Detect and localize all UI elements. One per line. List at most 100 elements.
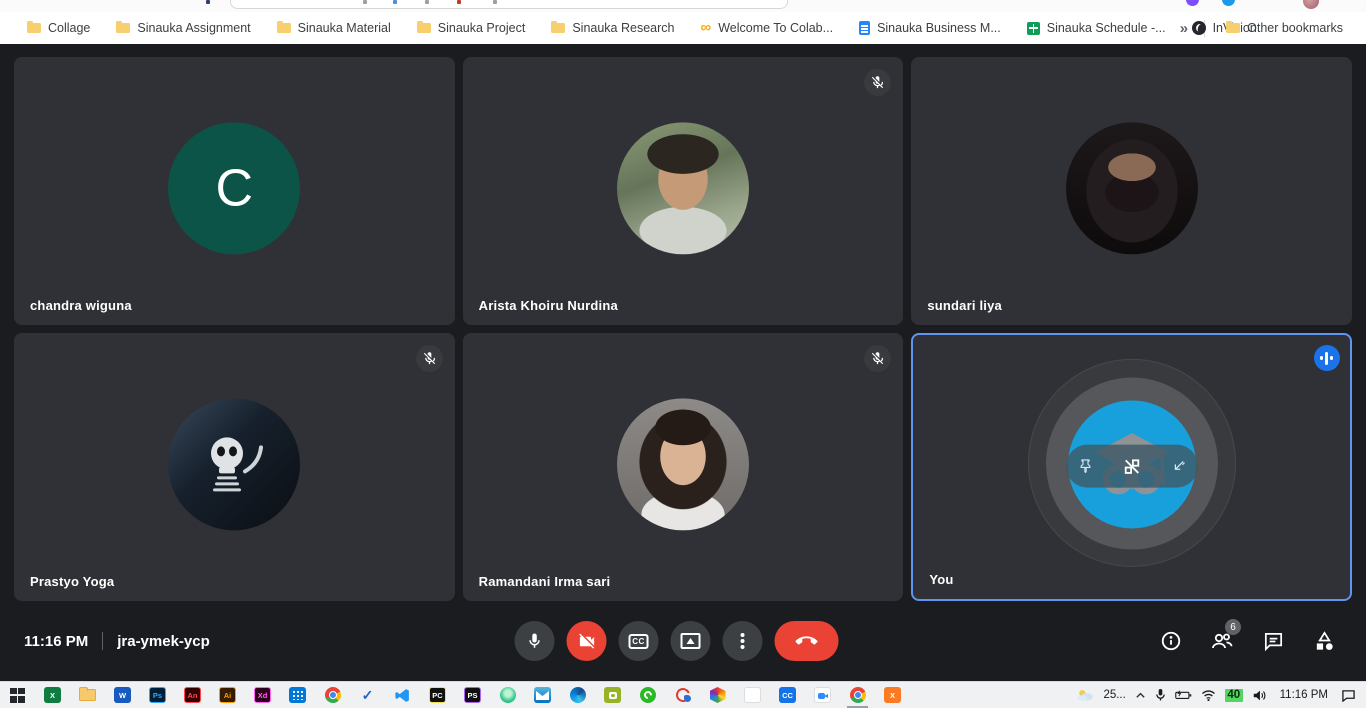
file-explorer-icon xyxy=(79,689,96,701)
bookmark-sinauka-project[interactable]: Sinauka Project xyxy=(404,16,539,40)
tray-volume[interactable] xyxy=(1252,689,1267,702)
participant-name: You xyxy=(929,572,953,587)
creative-cloud-icon: CC xyxy=(779,687,796,703)
bookmark-welcome-to-colab[interactable]: ∞ Welcome To Colab... xyxy=(687,16,846,40)
participant-name: Ramandani Irma sari xyxy=(479,574,611,589)
participant-tile-prastyo[interactable]: Prastyo Yoga xyxy=(14,333,455,601)
phpstorm-icon: PS xyxy=(464,687,481,703)
taskbar-creative-cloud[interactable]: CC xyxy=(770,682,805,708)
taskbar-excel[interactable]: X xyxy=(35,682,70,708)
taskbar-chrome-active[interactable] xyxy=(840,682,875,708)
taskbar-vscode[interactable] xyxy=(385,682,420,708)
bookmark-sinauka-material[interactable]: Sinauka Material xyxy=(264,16,404,40)
profile-avatar[interactable] xyxy=(1303,0,1319,9)
folder-icon xyxy=(116,23,130,33)
pin-icon[interactable] xyxy=(1078,459,1093,474)
taskbar-word[interactable]: W xyxy=(105,682,140,708)
participant-tile-ramandani[interactable]: Ramandani Irma sari xyxy=(463,333,904,601)
other-bookmarks-button[interactable]: Other bookmarks xyxy=(1213,16,1356,40)
weather-widget[interactable] xyxy=(1076,688,1094,702)
taskbar-whatsapp[interactable] xyxy=(630,682,665,708)
chat-button[interactable] xyxy=(1262,630,1285,653)
address-bar-fragment[interactable] xyxy=(230,0,788,9)
extension-icon[interactable] xyxy=(1222,0,1235,6)
taskbar-camera-app[interactable] xyxy=(595,682,630,708)
tab-strip-fragment xyxy=(457,0,461,4)
participant-tile-chandra-wiguna[interactable]: C chandra wiguna xyxy=(14,57,455,325)
bookmark-sinauka-research[interactable]: Sinauka Research xyxy=(538,16,687,40)
tray-overflow-chevron[interactable] xyxy=(1135,691,1146,699)
info-icon xyxy=(1160,630,1182,652)
taskbar-animate[interactable]: An xyxy=(175,682,210,708)
tray-wifi[interactable] xyxy=(1201,689,1216,701)
activities-button[interactable] xyxy=(1313,630,1336,653)
taskbar-design-app[interactable] xyxy=(665,682,700,708)
google-sheets-icon xyxy=(1027,22,1040,35)
meet-control-bar: 11:16 PM jra-ymek-ycp CC xyxy=(0,601,1366,681)
participant-grid: C chandra wiguna Arista Khoiru Nurdina s… xyxy=(14,57,1352,601)
speaker-icon xyxy=(1252,689,1267,702)
excel-icon: X xyxy=(44,687,61,703)
taskbar-illustrator[interactable]: Ai xyxy=(210,682,245,708)
taskbar-hexagon-app[interactable] xyxy=(700,682,735,708)
folder-icon xyxy=(1226,23,1240,33)
taskbar-adobe-xd[interactable]: Xd xyxy=(245,682,280,708)
present-button[interactable] xyxy=(671,621,711,661)
windows-start-icon xyxy=(10,688,25,703)
bookmark-collage[interactable]: Collage xyxy=(14,16,103,40)
active-audio-indicator xyxy=(1314,345,1340,371)
bookmark-label: Sinauka Assignment xyxy=(137,21,250,35)
start-button[interactable] xyxy=(0,682,35,708)
taskbar-phpstorm[interactable]: PS xyxy=(455,682,490,708)
illustrator-icon: Ai xyxy=(219,687,236,703)
taskbar-todo[interactable]: ✓ xyxy=(350,682,385,708)
windows-taskbar: X W Ps An Ai Xd ✓ PC PS CC X xyxy=(0,681,1366,708)
participant-tile-sundari[interactable]: sundari liya xyxy=(911,57,1352,325)
more-options-button[interactable] xyxy=(723,621,763,661)
battery-icon xyxy=(1175,689,1192,701)
meeting-details-button[interactable] xyxy=(1160,630,1182,652)
taskbar-mail[interactable] xyxy=(525,682,560,708)
bookmark-label: Sinauka Schedule -... xyxy=(1047,21,1166,35)
meeting-code[interactable]: jra-ymek-ycp xyxy=(117,633,210,650)
taskbar-android-app[interactable] xyxy=(490,682,525,708)
taskbar-pycharm[interactable]: PC xyxy=(420,682,455,708)
bookmark-sinauka-business[interactable]: Sinauka Business M... xyxy=(846,16,1014,40)
battery-percent-badge[interactable]: 40 xyxy=(1225,689,1243,702)
tile-hover-actions xyxy=(1066,445,1198,488)
mic-button[interactable] xyxy=(515,621,555,661)
design-app-icon xyxy=(675,687,691,703)
extension-icon[interactable] xyxy=(1186,0,1199,6)
participant-name: Arista Khoiru Nurdina xyxy=(479,298,618,313)
invision-icon xyxy=(1192,21,1206,35)
taskbar-calendar-app[interactable] xyxy=(280,682,315,708)
xampp-icon: X xyxy=(884,687,901,703)
taskbar-chrome[interactable] xyxy=(315,682,350,708)
captions-icon: CC xyxy=(628,634,649,649)
taskbar-zoom-app[interactable] xyxy=(805,682,840,708)
taskbar-edge[interactable] xyxy=(560,682,595,708)
taskbar-file-explorer[interactable] xyxy=(70,682,105,708)
taskbar-slack[interactable] xyxy=(735,682,770,708)
hangup-button[interactable] xyxy=(775,621,839,661)
participant-tile-arista[interactable]: Arista Khoiru Nurdina xyxy=(463,57,904,325)
taskbar-photoshop[interactable]: Ps xyxy=(140,682,175,708)
participants-button[interactable]: 6 xyxy=(1210,629,1234,653)
tab-strip-fragment xyxy=(425,0,429,4)
chrome-icon xyxy=(850,687,866,703)
tray-clock[interactable]: 11:16 PM xyxy=(1280,689,1328,701)
animate-icon: An xyxy=(184,687,201,703)
bookmark-sinauka-schedule[interactable]: Sinauka Schedule -... xyxy=(1014,16,1179,40)
bookmark-label: Sinauka Research xyxy=(572,21,674,35)
tray-microphone[interactable] xyxy=(1155,688,1166,702)
minimize-icon[interactable] xyxy=(1171,459,1186,474)
camera-off-button[interactable] xyxy=(567,621,607,661)
captions-button[interactable]: CC xyxy=(619,621,659,661)
weather-temp[interactable]: 25... xyxy=(1103,689,1125,701)
bookmark-sinauka-assignment[interactable]: Sinauka Assignment xyxy=(103,16,263,40)
participant-tile-you[interactable]: You xyxy=(911,333,1352,601)
taskbar-xampp[interactable]: X xyxy=(875,682,910,708)
remove-from-grid-icon[interactable] xyxy=(1123,457,1141,475)
tray-battery[interactable] xyxy=(1175,689,1192,701)
action-center-button[interactable] xyxy=(1341,689,1356,702)
